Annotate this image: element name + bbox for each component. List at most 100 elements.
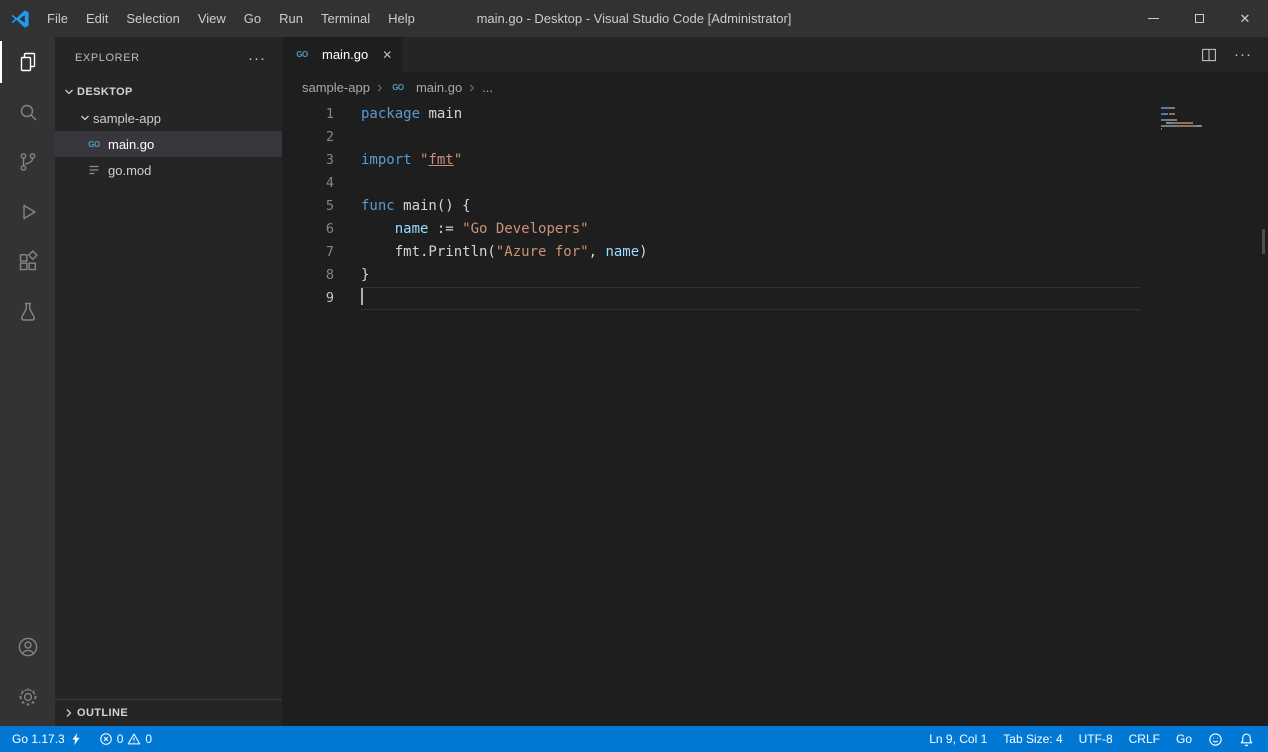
close-icon: ✕	[1240, 12, 1251, 25]
tab-main-go[interactable]: GO main.go ✕	[282, 37, 402, 72]
breadcrumb-file[interactable]: GO main.go	[390, 80, 462, 96]
notifications-item[interactable]	[1231, 726, 1262, 752]
activity-search[interactable]	[0, 87, 55, 137]
section-desktop-label: DESKTOP	[77, 86, 133, 98]
explorer-icon	[16, 50, 40, 74]
editor-more-actions-icon[interactable]: ···	[1234, 46, 1252, 63]
bell-icon	[1239, 732, 1254, 747]
chevron-down-icon	[61, 84, 77, 100]
code-line[interactable]: 1 package main	[282, 103, 1268, 126]
menu-go[interactable]: Go	[235, 0, 270, 37]
menu-view[interactable]: View	[189, 0, 235, 37]
testing-beaker-icon	[16, 300, 40, 324]
accounts-icon	[16, 635, 40, 659]
go-file-icon: GO	[390, 80, 406, 96]
code-line-content: package main	[361, 103, 1140, 126]
folder-sample-app[interactable]: sample-app	[55, 105, 282, 131]
minimap[interactable]	[1161, 107, 1253, 134]
code-line[interactable]: 6 name := "Go Developers"	[282, 218, 1268, 241]
activity-run-debug[interactable]	[0, 187, 55, 237]
activity-source-control[interactable]	[0, 137, 55, 187]
activity-explorer[interactable]	[0, 37, 55, 87]
go-file-icon: GO	[294, 47, 310, 63]
breadcrumb-symbol[interactable]: ...	[482, 80, 493, 95]
code-line-content: fmt.Println("Azure for", name)	[361, 241, 1140, 264]
menu-edit[interactable]: Edit	[77, 0, 117, 37]
breadcrumb-folder[interactable]: sample-app	[302, 80, 370, 95]
source-control-icon	[16, 150, 40, 174]
tab-bar: GO main.go ✕ ···	[282, 37, 1268, 72]
vscode-logo-icon	[10, 9, 30, 29]
warning-icon	[127, 732, 141, 746]
window-controls: ✕	[1130, 0, 1268, 37]
menu-selection[interactable]: Selection	[117, 0, 188, 37]
chevron-right-icon	[373, 81, 387, 95]
line-number: 3	[282, 149, 334, 172]
code-line-content	[361, 287, 1140, 310]
menu-run[interactable]: Run	[270, 0, 312, 37]
feedback-smiley-icon	[1208, 732, 1223, 747]
language-mode-item[interactable]: Go	[1168, 726, 1200, 752]
sidebar-title: EXPLORER	[75, 52, 140, 64]
line-number: 8	[282, 264, 334, 287]
problems-item[interactable]: 0 0	[91, 726, 160, 752]
file-label: main.go	[108, 137, 154, 152]
close-button[interactable]: ✕	[1222, 0, 1268, 37]
code-line-content: name := "Go Developers"	[361, 218, 1140, 241]
tab-label: main.go	[322, 47, 368, 62]
cursor-position-item[interactable]: Ln 9, Col 1	[921, 726, 995, 752]
code-line[interactable]: 3 import "fmt"	[282, 149, 1268, 172]
tab-close-icon[interactable]: ✕	[382, 48, 392, 62]
maximize-button[interactable]	[1176, 0, 1222, 37]
outline-section[interactable]: OUTLINE	[55, 699, 282, 726]
menu-terminal[interactable]: Terminal	[312, 0, 379, 37]
go-version-item[interactable]: Go 1.17.3	[4, 726, 91, 752]
editor-actions: ···	[1200, 37, 1268, 72]
code-line-content: import "fmt"	[361, 149, 1140, 172]
code-editor[interactable]: 1 package main23 import "fmt"45func main()…	[282, 103, 1268, 726]
encoding-label: UTF-8	[1079, 732, 1113, 746]
code-line-content: }	[361, 264, 1140, 287]
go-file-icon: GO	[86, 136, 102, 152]
file-go-mod[interactable]: go.mod	[55, 157, 282, 183]
minimize-button[interactable]	[1130, 0, 1176, 37]
maximize-icon	[1195, 14, 1204, 23]
accounts-button[interactable]	[0, 622, 55, 672]
generic-file-icon	[86, 162, 102, 178]
eol-item[interactable]: CRLF	[1121, 726, 1168, 752]
file-label: go.mod	[108, 163, 151, 178]
scrollbar-marker[interactable]	[1262, 229, 1265, 254]
file-main-go[interactable]: GO main.go	[55, 131, 282, 157]
settings-button[interactable]	[0, 672, 55, 722]
cursor-position-label: Ln 9, Col 1	[929, 732, 987, 746]
code-line[interactable]: 8}	[282, 264, 1268, 287]
folder-label: sample-app	[93, 111, 161, 126]
code-line[interactable]: 9	[282, 287, 1268, 310]
breadcrumbs: sample-app GO main.go ...	[282, 72, 1268, 103]
go-version-label: Go 1.17.3	[12, 732, 65, 746]
activity-testing[interactable]	[0, 287, 55, 337]
activity-bar	[0, 37, 55, 726]
activity-extensions[interactable]	[0, 237, 55, 287]
line-number: 1	[282, 103, 334, 126]
split-editor-icon[interactable]	[1200, 46, 1218, 64]
status-bar-left: Go 1.17.3 0 0	[4, 726, 160, 752]
section-desktop[interactable]: DESKTOP	[55, 79, 282, 105]
encoding-item[interactable]: UTF-8	[1071, 726, 1121, 752]
tab-size-item[interactable]: Tab Size: 4	[995, 726, 1070, 752]
feedback-item[interactable]	[1200, 726, 1231, 752]
code-line[interactable]: 5func main() {	[282, 195, 1268, 218]
menu-file[interactable]: File	[38, 0, 77, 37]
activity-bar-bottom	[0, 622, 55, 722]
line-number: 9	[282, 287, 334, 310]
code-line[interactable]: 7 fmt.Println("Azure for", name)	[282, 241, 1268, 264]
code-line[interactable]: 2	[282, 126, 1268, 149]
warning-count: 0	[145, 732, 152, 746]
error-count: 0	[117, 732, 124, 746]
chevron-down-icon	[77, 110, 93, 126]
chevron-right-icon	[61, 705, 77, 721]
code-line[interactable]: 4	[282, 172, 1268, 195]
search-icon	[16, 100, 40, 124]
explorer-more-actions-icon[interactable]: ···	[248, 50, 266, 67]
menu-help[interactable]: Help	[379, 0, 424, 37]
